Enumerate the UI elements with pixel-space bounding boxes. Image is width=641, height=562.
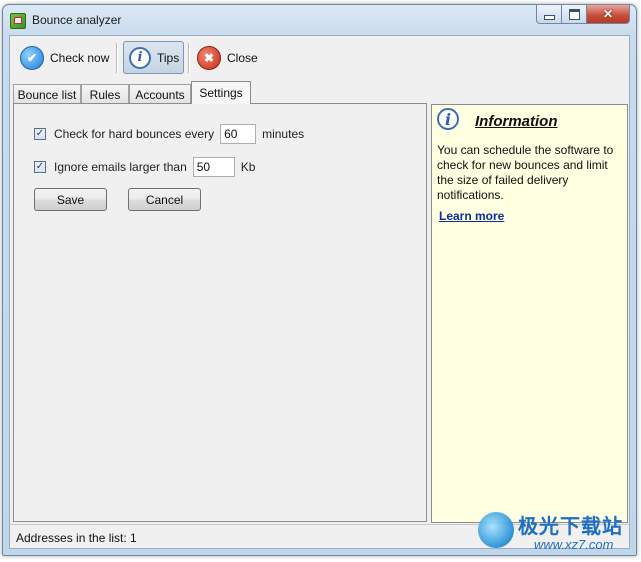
watermark-logo-icon [478, 512, 514, 548]
tips-button[interactable]: i Tips [123, 41, 184, 74]
toolbar-separator [188, 43, 190, 73]
app-icon [10, 13, 26, 29]
ignore-large-row: ✓ Ignore emails larger than 50 Kb [34, 157, 255, 177]
maximize-icon [568, 8, 580, 20]
info-icon: i [129, 46, 151, 69]
close-circle-icon: ✖ [197, 45, 221, 70]
ignore-large-label: Ignore emails larger than [54, 160, 187, 174]
tab-settings[interactable]: Settings [191, 81, 251, 104]
hard-bounce-label: Check for hard bounces every [54, 127, 215, 141]
maximize-button[interactable] [562, 5, 587, 24]
max-size-unit: Kb [240, 160, 256, 174]
learn-more-link[interactable]: Learn more [439, 209, 504, 223]
information-title: Information [475, 113, 558, 130]
tab-bounce-list[interactable]: Bounce list [13, 84, 81, 104]
check-now-button[interactable]: ✔ Check now [16, 41, 112, 74]
toolbar-separator [116, 43, 118, 73]
tab-strip: Bounce list Rules Accounts Settings [13, 80, 413, 104]
tab-rules[interactable]: Rules [81, 84, 129, 104]
hard-bounce-row: ✓ Check for hard bounces every 60 minute… [34, 124, 304, 144]
title-bar[interactable]: Bounce analyzer ✕ [3, 5, 636, 35]
minimize-button[interactable] [536, 5, 562, 24]
information-text: You can schedule the software to check f… [437, 143, 614, 202]
info-icon: i [437, 108, 459, 130]
settings-panel: ✓ Check for hard bounces every 60 minute… [13, 103, 427, 522]
tips-label: Tips [157, 50, 180, 65]
information-panel: i Information You can schedule the softw… [431, 104, 628, 523]
watermark-text: 极光下载站 [518, 514, 623, 538]
tab-accounts[interactable]: Accounts [129, 84, 191, 104]
save-button[interactable]: Save [34, 188, 107, 211]
hard-bounce-unit: minutes [262, 127, 305, 141]
ignore-large-checkbox[interactable]: ✓ [34, 161, 46, 173]
address-count: Addresses in the list: 1 [16, 531, 137, 545]
window-controls: ✕ [536, 5, 630, 24]
cancel-button[interactable]: Cancel [128, 188, 201, 211]
close-label: Close [227, 50, 258, 65]
hard-bounce-interval-input[interactable]: 60 [220, 124, 257, 144]
window-close-button[interactable]: ✕ [587, 5, 630, 24]
app-window: Bounce analyzer ✕ ✔ Check now i Tips ✖ C… [2, 4, 637, 556]
close-icon: ✕ [602, 7, 614, 21]
client-area: ✔ Check now i Tips ✖ Close Bounce list R… [9, 35, 630, 549]
close-button[interactable]: ✖ Close [195, 41, 265, 74]
hard-bounce-checkbox[interactable]: ✓ [34, 128, 46, 140]
watermark-url: www.xz7.com [534, 537, 614, 552]
max-size-input[interactable]: 50 [192, 157, 235, 177]
check-now-label: Check now [50, 50, 110, 65]
window-title: Bounce analyzer [32, 13, 122, 27]
watermark: 极光下载站 www.xz7.com [478, 508, 633, 556]
toolbar: ✔ Check now i Tips ✖ Close [10, 36, 629, 80]
check-icon: ✔ [20, 45, 44, 70]
minimize-icon [543, 14, 555, 20]
